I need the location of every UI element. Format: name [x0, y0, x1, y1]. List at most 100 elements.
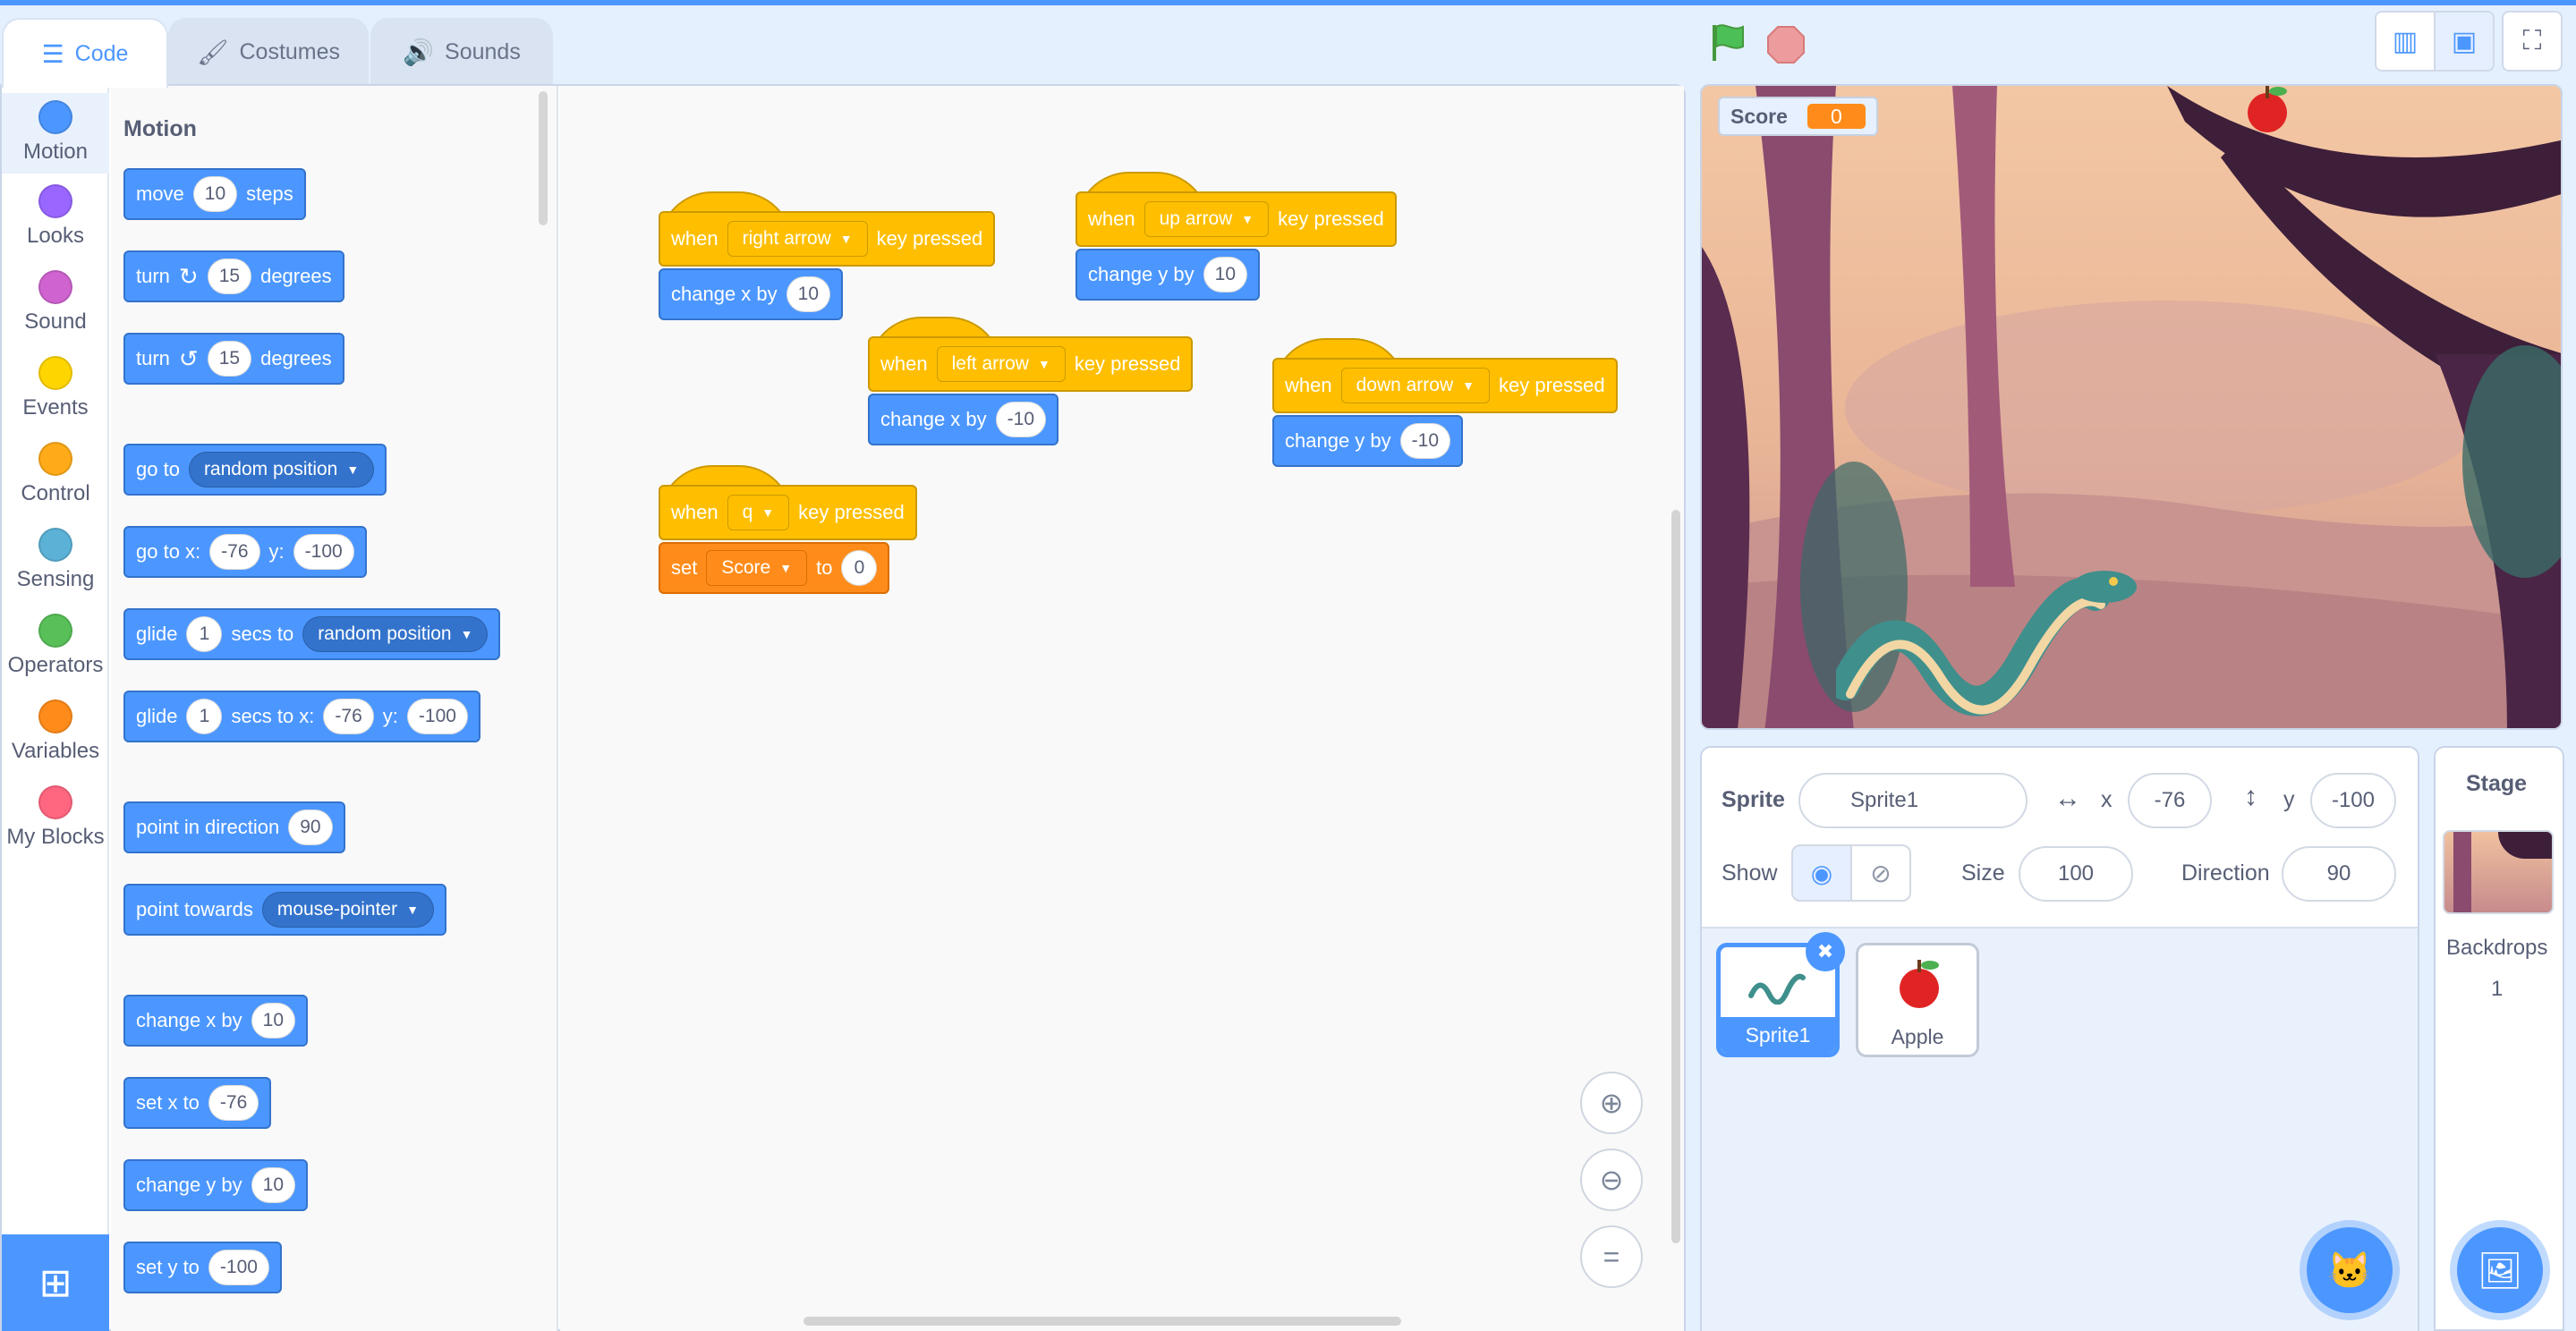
key-dropdown[interactable]: q ▼ [727, 495, 790, 530]
zoom-in-button[interactable]: ⊕ [1580, 1072, 1643, 1134]
variable-dropdown[interactable]: Score ▼ [706, 550, 808, 586]
value-input[interactable]: 0 [841, 550, 878, 586]
zoom-reset-button[interactable]: = [1580, 1225, 1643, 1288]
x-input[interactable]: -76 [209, 534, 260, 570]
block-turn-right[interactable]: turn ↻ 15 degrees [123, 250, 344, 302]
category-my-blocks[interactable]: My Blocks [2, 785, 109, 850]
category-operators[interactable]: Operators [2, 614, 109, 678]
category-variables[interactable]: Variables [2, 699, 109, 764]
block-change-x[interactable]: change x by 10 [123, 995, 308, 1047]
number-input[interactable]: -10 [1399, 423, 1450, 459]
delete-sprite-button[interactable]: ✖ [1806, 932, 1845, 971]
small-stage-icon: ▥ [2392, 26, 2419, 56]
change-x-block[interactable]: change x by 10 [659, 268, 843, 320]
y-input[interactable]: -100 [293, 534, 354, 570]
block-turn-left[interactable]: turn ↺ 15 degrees [123, 333, 344, 385]
block-change-y[interactable]: change y by 10 [123, 1159, 308, 1211]
change-y-block[interactable]: change y by -10 [1272, 415, 1463, 467]
key-dropdown[interactable]: up arrow ▼ [1143, 201, 1270, 237]
number-input[interactable]: 10 [251, 1167, 295, 1203]
category-sound[interactable]: Sound [2, 270, 109, 335]
block-glide[interactable]: glide 1 secs to random position ▼ [123, 608, 501, 660]
tab-sounds[interactable]: 🔊 Sounds [370, 18, 553, 84]
when-key-pressed-block[interactable]: when up arrow ▼ key pressed [1075, 191, 1397, 247]
number-input[interactable]: -100 [208, 1250, 269, 1285]
number-input[interactable]: -76 [208, 1085, 259, 1121]
tab-costumes[interactable]: 🖌 Costumes [168, 18, 369, 84]
key-dropdown[interactable]: right arrow ▼ [727, 221, 868, 257]
when-key-pressed-block[interactable]: when q ▼ key pressed [659, 485, 917, 540]
seconds-input[interactable]: 1 [186, 699, 223, 734]
key-dropdown[interactable]: left arrow ▼ [936, 346, 1066, 382]
block-go-to[interactable]: go to random position ▼ [123, 444, 387, 496]
category-menu: Motion Looks Sound Events Control Sensin… [2, 86, 109, 1331]
x-field[interactable]: -76 [2128, 773, 2212, 828]
block-set-x[interactable]: set x to -76 [123, 1077, 272, 1129]
stop-icon [1767, 26, 1805, 64]
show-hidden-button[interactable]: ⊘ [1850, 844, 1911, 902]
seconds-input[interactable]: 1 [186, 616, 223, 652]
when-key-pressed-block[interactable]: when left arrow ▼ key pressed [868, 336, 1194, 392]
category-events[interactable]: Events [2, 356, 109, 420]
choose-backdrop-button[interactable]: 🖼 [2457, 1227, 2543, 1313]
change-x-block[interactable]: change x by -10 [868, 394, 1058, 445]
block-move-steps[interactable]: move 10 steps [123, 168, 306, 220]
cat-plus-icon: 🐱 [2327, 1250, 2372, 1291]
number-input[interactable]: 15 [207, 259, 252, 294]
block-point-towards[interactable]: point towards mouse-pointer ▼ [123, 884, 446, 936]
apple-thumbnail [1900, 960, 1939, 1008]
y-input[interactable]: -100 [406, 699, 468, 734]
target-dropdown[interactable]: mouse-pointer ▼ [261, 892, 434, 928]
normal-stage-button[interactable]: ▣ [2434, 11, 2495, 72]
change-y-block[interactable]: change y by 10 [1075, 249, 1260, 301]
number-input[interactable]: 10 [192, 176, 238, 212]
number-input[interactable]: 15 [207, 341, 252, 377]
block-point-in-direction[interactable]: point in direction 90 [123, 801, 345, 853]
green-flag-button[interactable] [1709, 21, 1748, 64]
size-field[interactable]: 100 [2019, 846, 2133, 902]
equals-icon: = [1603, 1240, 1620, 1273]
sprite-name: Apple [1891, 1024, 1944, 1048]
block-go-to-xy[interactable]: go to x: -76 y: -100 [123, 526, 367, 578]
y-field[interactable]: -100 [2310, 773, 2396, 828]
tab-code[interactable]: ☰ Code [2, 18, 168, 88]
caret-down-icon: ▼ [839, 232, 853, 246]
target-dropdown[interactable]: random position ▼ [188, 452, 375, 487]
sprite-tile-apple[interactable]: Apple [1856, 943, 1979, 1057]
vertical-arrows-icon: ↕ [2244, 782, 2257, 811]
add-extension-button[interactable]: ⊞ [2, 1234, 109, 1331]
sprite-name-field[interactable]: Sprite1 [1798, 773, 2028, 828]
number-input[interactable]: 10 [251, 1003, 295, 1039]
vertical-scrollbar[interactable] [1671, 510, 1680, 1243]
speaker-icon: 🔊 [403, 38, 435, 66]
category-looks[interactable]: Looks [2, 184, 109, 249]
key-dropdown[interactable]: down arrow ▼ [1340, 368, 1491, 403]
number-input[interactable]: -10 [995, 402, 1046, 437]
choose-sprite-button[interactable]: 🐱 [2307, 1227, 2393, 1313]
set-variable-block[interactable]: set Score ▼ to 0 [659, 542, 890, 594]
when-key-pressed-block[interactable]: when down arrow ▼ key pressed [1272, 358, 1618, 413]
target-dropdown[interactable]: random position ▼ [302, 616, 489, 652]
variables-dot-icon [38, 699, 72, 733]
backdrop-thumbnail[interactable] [2443, 830, 2554, 914]
x-input[interactable]: -76 [323, 699, 374, 734]
number-input[interactable]: 10 [1203, 257, 1247, 292]
direction-field[interactable]: 90 [2282, 846, 2396, 902]
when-key-pressed-block[interactable]: when right arrow ▼ key pressed [659, 211, 996, 267]
block-set-y[interactable]: set y to -100 [123, 1242, 282, 1293]
zoom-out-button[interactable]: ⊖ [1580, 1149, 1643, 1211]
block-glide-xy[interactable]: glide 1 secs to x: -76 y: -100 [123, 691, 480, 742]
palette-scrollbar[interactable] [539, 91, 548, 225]
small-stage-button[interactable]: ▥ [2375, 11, 2436, 72]
stage-canvas[interactable]: Score 0 [1700, 84, 2563, 730]
fullscreen-button[interactable]: ⛶ [2502, 11, 2563, 72]
show-visible-button[interactable]: ◉ [1791, 844, 1852, 902]
script-area[interactable]: when right arrow ▼ key pressed change x b… [560, 86, 1684, 1331]
category-motion[interactable]: Motion [2, 93, 109, 174]
horizontal-scrollbar[interactable] [803, 1317, 1401, 1326]
category-control[interactable]: Control [2, 442, 109, 506]
stop-button[interactable] [1766, 25, 1806, 64]
number-input[interactable]: 10 [786, 276, 830, 312]
direction-input[interactable]: 90 [288, 810, 333, 845]
category-sensing[interactable]: Sensing [2, 528, 109, 592]
